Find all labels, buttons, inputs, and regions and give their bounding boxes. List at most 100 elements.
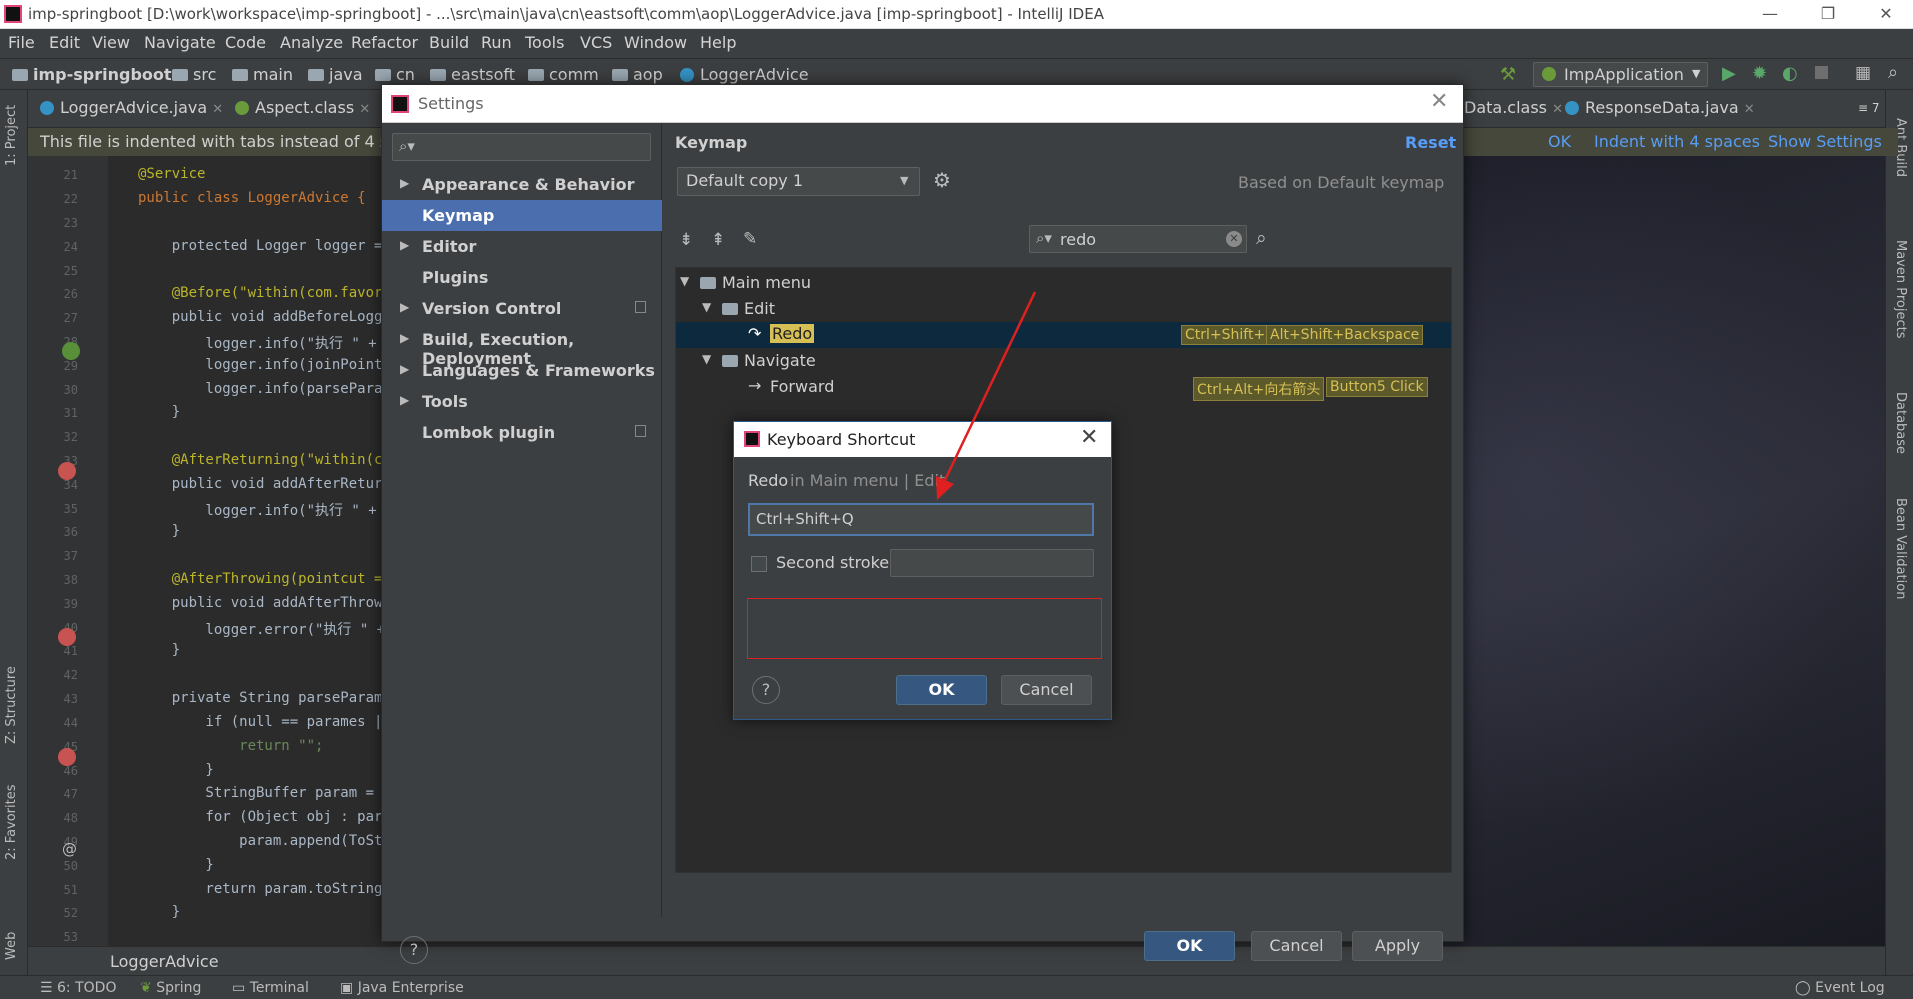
help-button[interactable]: ? (400, 936, 428, 964)
advice-marker-icon[interactable] (58, 748, 76, 766)
tab-responsedata[interactable]: ResponseData.java ✕ (1565, 98, 1755, 117)
shortcut-cancel-button[interactable]: Cancel (1001, 675, 1092, 705)
menu-code[interactable]: Code (225, 33, 266, 52)
crumb-src[interactable]: src (172, 65, 216, 84)
menu-edit[interactable]: Edit (49, 33, 80, 52)
menu-analyze[interactable]: Analyze (280, 33, 343, 52)
line-number: 35 (63, 502, 78, 516)
keymap-scheme-select[interactable]: Default copy 1 ▼ (677, 167, 920, 196)
menu-help[interactable]: Help (700, 33, 736, 52)
crumb-java[interactable]: java (308, 65, 363, 84)
tab-aspect[interactable]: Aspect.class ✕ (235, 98, 370, 117)
search-everywhere-icon[interactable]: ⌕ (1888, 62, 1898, 83)
reset-link[interactable]: Reset (1405, 133, 1456, 152)
crumb-comm[interactable]: comm (528, 65, 599, 84)
tree-row-navigate[interactable]: ▼ Navigate (676, 348, 1451, 374)
show-settings-link[interactable]: Show Settings (1768, 132, 1882, 151)
second-stroke-input[interactable] (890, 549, 1094, 577)
indent-with-spaces-link[interactable]: Indent with 4 spaces (1594, 132, 1760, 151)
todo-tool-button[interactable]: ☰ 6: TODO (40, 980, 116, 996)
close-icon[interactable]: ✕ (1430, 89, 1448, 114)
help-button[interactable]: ? (752, 676, 780, 704)
menu-view[interactable]: View (92, 33, 130, 52)
nav-version-control[interactable]: ▶ Version Control (382, 293, 662, 324)
first-stroke-input[interactable]: Ctrl+Shift+Q (748, 503, 1094, 536)
expand-all-icon[interactable]: ⇟ (679, 230, 693, 250)
advice-marker-icon[interactable] (58, 462, 76, 480)
crumb-project[interactable]: imp-springboot (12, 65, 172, 84)
crumb-main[interactable]: main (232, 65, 293, 84)
menu-run[interactable]: Run (481, 33, 512, 52)
crumb-class[interactable]: LoggerAdvice (680, 65, 809, 84)
keymap-search-input[interactable]: ⌕▾ redo ✕ (1029, 225, 1247, 253)
close-tab-icon[interactable]: ✕ (212, 102, 223, 117)
notice-ok-link[interactable]: OK (1548, 132, 1571, 151)
tab-loggeradvice[interactable]: LoggerAdvice.java ✕ (40, 98, 223, 117)
run-configuration-select[interactable]: ImpApplication ▼ (1533, 62, 1708, 87)
tool-favorites[interactable]: 2: Favorites (4, 784, 19, 860)
spring-bean-icon[interactable] (62, 342, 80, 360)
tool-database[interactable]: Database (1893, 392, 1908, 454)
settings-search-input[interactable]: ⌕▾ (392, 133, 651, 161)
stop-icon[interactable] (1815, 66, 1828, 79)
tree-row-redo[interactable]: ↷ Redo Ctrl+Shift+Z Alt+Shift+Backspace (676, 322, 1451, 348)
tool-web[interactable]: Web (4, 932, 19, 960)
close-tab-icon[interactable]: ✕ (1744, 102, 1755, 117)
tool-project[interactable]: 1: Project (4, 105, 19, 166)
breadcrumb-class[interactable]: LoggerAdvice (110, 952, 219, 971)
nav-tools[interactable]: ▶ Tools (382, 386, 662, 417)
tree-row-edit[interactable]: ▼ Edit (676, 296, 1451, 322)
event-log-button[interactable]: ◯ Event Log (1795, 980, 1885, 996)
close-icon[interactable]: ✕ (1080, 425, 1098, 450)
edit-shortcut-icon[interactable]: ✎ (743, 229, 757, 249)
project-structure-icon[interactable]: ▦ (1855, 63, 1871, 83)
menu-refactor[interactable]: Refactor (351, 33, 418, 52)
nav-languages-frameworks[interactable]: ▶ Languages & Frameworks (382, 355, 662, 386)
nav-appearance-behavior[interactable]: ▶ Appearance & Behavior (382, 169, 662, 200)
tool-maven-projects[interactable]: Maven Projects (1893, 240, 1908, 339)
run-icon[interactable]: ▶ (1722, 63, 1736, 84)
gear-icon[interactable]: ⚙ (933, 168, 951, 192)
tree-row-forward[interactable]: → Forward Ctrl+Alt+向右箭头 Button5 Click (676, 374, 1451, 401)
crumb-eastsoft[interactable]: eastsoft (430, 65, 515, 84)
annotation-marker-icon[interactable]: @ (62, 840, 77, 858)
advice-marker-icon[interactable] (58, 628, 76, 646)
menu-file[interactable]: File (8, 33, 35, 52)
second-stroke-checkbox[interactable] (751, 556, 767, 572)
menu-tools[interactable]: Tools (525, 33, 564, 52)
debug-icon[interactable]: ✹ (1752, 63, 1767, 84)
restore-button[interactable]: ❐ (1806, 2, 1850, 26)
spring-tool-button[interactable]: ❦ Spring (140, 980, 201, 996)
crumb-aop[interactable]: aop (612, 65, 663, 84)
coverage-icon[interactable]: ◐ (1782, 63, 1798, 84)
nav-lombok-plugin[interactable]: Lombok plugin (382, 417, 662, 448)
menu-navigate[interactable]: Navigate (144, 33, 216, 52)
nav-editor[interactable]: ▶ Editor (382, 231, 662, 262)
java-enterprise-tool-button[interactable]: ▣ Java Enterprise (340, 980, 464, 996)
nav-plugins[interactable]: Plugins (382, 262, 662, 293)
collapse-all-icon[interactable]: ⇞ (711, 230, 725, 250)
hammer-icon[interactable]: ⚒ (1500, 64, 1516, 85)
close-window-button[interactable]: ✕ (1864, 2, 1908, 26)
menu-window[interactable]: Window (624, 33, 687, 52)
nav-keymap[interactable]: Keymap (382, 200, 662, 231)
minimize-button[interactable]: — (1748, 2, 1792, 26)
close-tab-icon[interactable]: ✕ (1552, 102, 1563, 117)
menu-build[interactable]: Build (429, 33, 469, 52)
tool-structure[interactable]: Z: Structure (4, 666, 19, 744)
terminal-tool-button[interactable]: ▭ Terminal (232, 980, 309, 996)
tree-row-main-menu[interactable]: ▼ Main menu (676, 270, 1451, 296)
clear-search-icon[interactable]: ✕ (1226, 231, 1242, 247)
tab-data-class[interactable]: Data.class ✕ (1464, 98, 1563, 117)
close-tab-icon[interactable]: ✕ (359, 102, 370, 117)
shortcut-ok-button[interactable]: OK (896, 675, 987, 705)
settings-ok-button[interactable]: OK (1144, 931, 1235, 961)
nav-build-execution-deployment[interactable]: ▶ Build, Execution, Deployment (382, 324, 662, 368)
find-by-shortcut-icon[interactable]: ⌕ (1256, 227, 1267, 249)
tabs-overflow[interactable]: ≡ 7 (1858, 101, 1880, 115)
crumb-cn[interactable]: cn (375, 65, 415, 84)
settings-cancel-button[interactable]: Cancel (1251, 931, 1342, 961)
menu-vcs[interactable]: VCS (580, 33, 612, 52)
settings-apply-button[interactable]: Apply (1352, 931, 1443, 961)
tool-bean-validation[interactable]: Bean Validation (1893, 498, 1908, 599)
